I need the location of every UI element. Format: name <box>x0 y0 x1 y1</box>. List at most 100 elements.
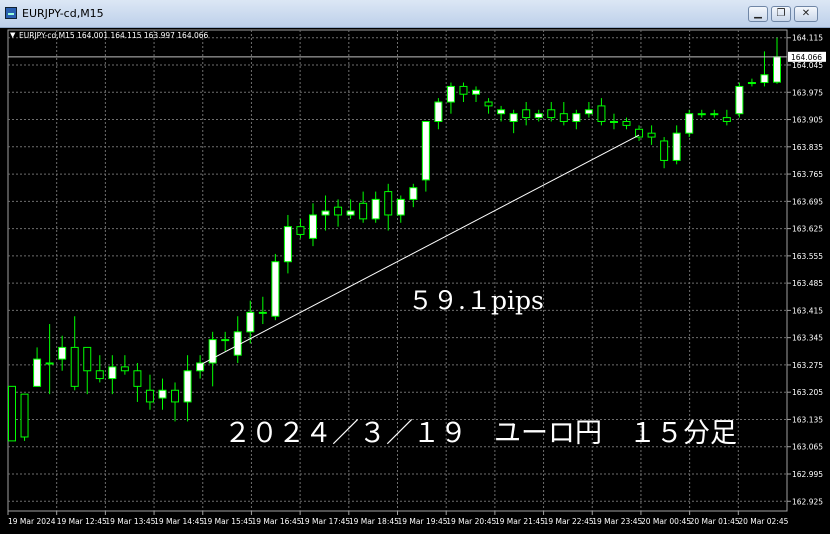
price-tick-label: 164.045 <box>792 61 823 70</box>
candle <box>572 109 581 130</box>
price-tick-label: 162.925 <box>792 497 823 506</box>
candle-body <box>547 109 556 119</box>
candle-body <box>572 113 581 122</box>
candle-body <box>622 120 631 126</box>
candle-body <box>647 132 656 138</box>
price-tick-label: 164.115 <box>792 34 823 43</box>
restore-button[interactable]: ❐ <box>771 6 791 22</box>
candle-body <box>58 346 67 360</box>
candle-body <box>522 109 531 119</box>
price-tick-label: 163.975 <box>792 88 823 97</box>
candle-body <box>497 109 506 115</box>
candle-body <box>33 358 42 387</box>
candle-body <box>609 120 618 123</box>
time-tick-label: 20 Mar 01:45 <box>690 517 740 526</box>
candle <box>8 385 16 442</box>
time-tick-label: 19 Mar 14:45 <box>154 517 204 526</box>
candle-body <box>559 113 568 122</box>
candle <box>296 218 305 239</box>
candle-body <box>183 370 192 403</box>
candle-body <box>384 191 393 216</box>
candle <box>20 393 29 441</box>
price-tick-label: 163.765 <box>792 170 823 179</box>
price-chart[interactable]: 164.115 164.045 163.975 163.905 163.835 163.7… <box>0 28 830 534</box>
candles <box>8 37 781 442</box>
candle-body <box>246 311 255 333</box>
candle <box>559 102 568 126</box>
candle-body <box>271 261 280 317</box>
candle-body <box>308 214 317 239</box>
time-tick-label: 19 Mar 17:45 <box>300 517 350 526</box>
price-tick-label: 163.205 <box>792 388 823 397</box>
candle <box>108 355 117 395</box>
candle <box>484 98 493 114</box>
candle <box>773 37 781 84</box>
time-tick-label: 20 Mar 00:45 <box>641 517 691 526</box>
time-tick-label: 19 Mar 23:45 <box>592 517 642 526</box>
candle-body <box>697 113 706 116</box>
price-tick-label: 163.835 <box>792 143 823 152</box>
price-tick-label: 163.275 <box>792 361 823 370</box>
candle-body <box>321 210 330 216</box>
candle-body <box>773 56 781 83</box>
candle <box>45 324 54 395</box>
candle-body <box>83 346 92 372</box>
candle-body <box>421 120 430 181</box>
candle <box>158 378 167 410</box>
window-titlebar: EURJPY-cd,M15 ▁ ❐ ✕ <box>0 0 830 28</box>
candle <box>384 183 393 231</box>
candle <box>584 102 593 118</box>
candle <box>747 78 756 87</box>
candle <box>346 199 355 219</box>
candle <box>321 195 330 231</box>
time-tick-label: 19 Mar 19:45 <box>398 517 448 526</box>
candle-body <box>672 132 681 161</box>
candle <box>371 191 380 223</box>
price-tick-label: 163.135 <box>792 415 823 424</box>
trend-line[interactable] <box>199 134 640 366</box>
candle <box>271 253 280 321</box>
candle-body <box>283 226 292 263</box>
candle <box>509 109 518 134</box>
candle-body <box>359 202 368 220</box>
candle-body <box>747 82 756 85</box>
time-tick-label: 19 Mar 12:45 <box>57 517 107 526</box>
candle-body <box>346 210 355 216</box>
candle-body <box>509 113 518 122</box>
candle-body <box>171 389 180 403</box>
chart-info-arrow[interactable]: ▼ <box>10 31 16 39</box>
minimize-button[interactable]: ▁ <box>748 6 768 22</box>
candle <box>145 374 154 410</box>
time-axis: 19 Mar 2024 19 Mar 12:4519 Mar 13:4519 Ma… <box>7 511 789 526</box>
close-button[interactable]: ✕ <box>794 6 818 22</box>
candle <box>58 335 67 371</box>
price-tick-label: 163.905 <box>792 116 823 125</box>
time-tick-label: 19 Mar 18:45 <box>349 517 399 526</box>
candle-body <box>446 85 455 103</box>
candle <box>120 355 129 375</box>
candle <box>735 82 744 118</box>
candle <box>233 316 242 363</box>
candle-body <box>45 362 54 365</box>
candle-body <box>459 85 468 95</box>
time-tick-label: 19 Mar 21:45 <box>495 517 545 526</box>
candle <box>697 109 706 118</box>
restore-icon: ❐ <box>776 8 786 19</box>
candle <box>647 125 656 145</box>
candle-body <box>95 370 104 380</box>
candle-body <box>685 113 694 134</box>
candle-body <box>735 85 744 115</box>
time-tick-label: 20 Mar 02:45 <box>738 517 788 526</box>
candle <box>522 102 531 126</box>
candlestick-chart[interactable]: 164.115 164.045 163.975 163.905 163.835 163.7… <box>0 28 830 534</box>
candle-body <box>145 389 154 403</box>
candle-body <box>597 105 606 122</box>
date-caption: ２０２４／３／１９ ユーロ円 １５分足 <box>224 418 737 449</box>
candle-body <box>158 389 167 399</box>
candle-body <box>660 140 669 161</box>
candle <box>283 214 292 274</box>
candle <box>685 109 694 138</box>
candle-body <box>710 113 719 116</box>
candle-body <box>120 366 129 372</box>
candle <box>710 109 719 118</box>
